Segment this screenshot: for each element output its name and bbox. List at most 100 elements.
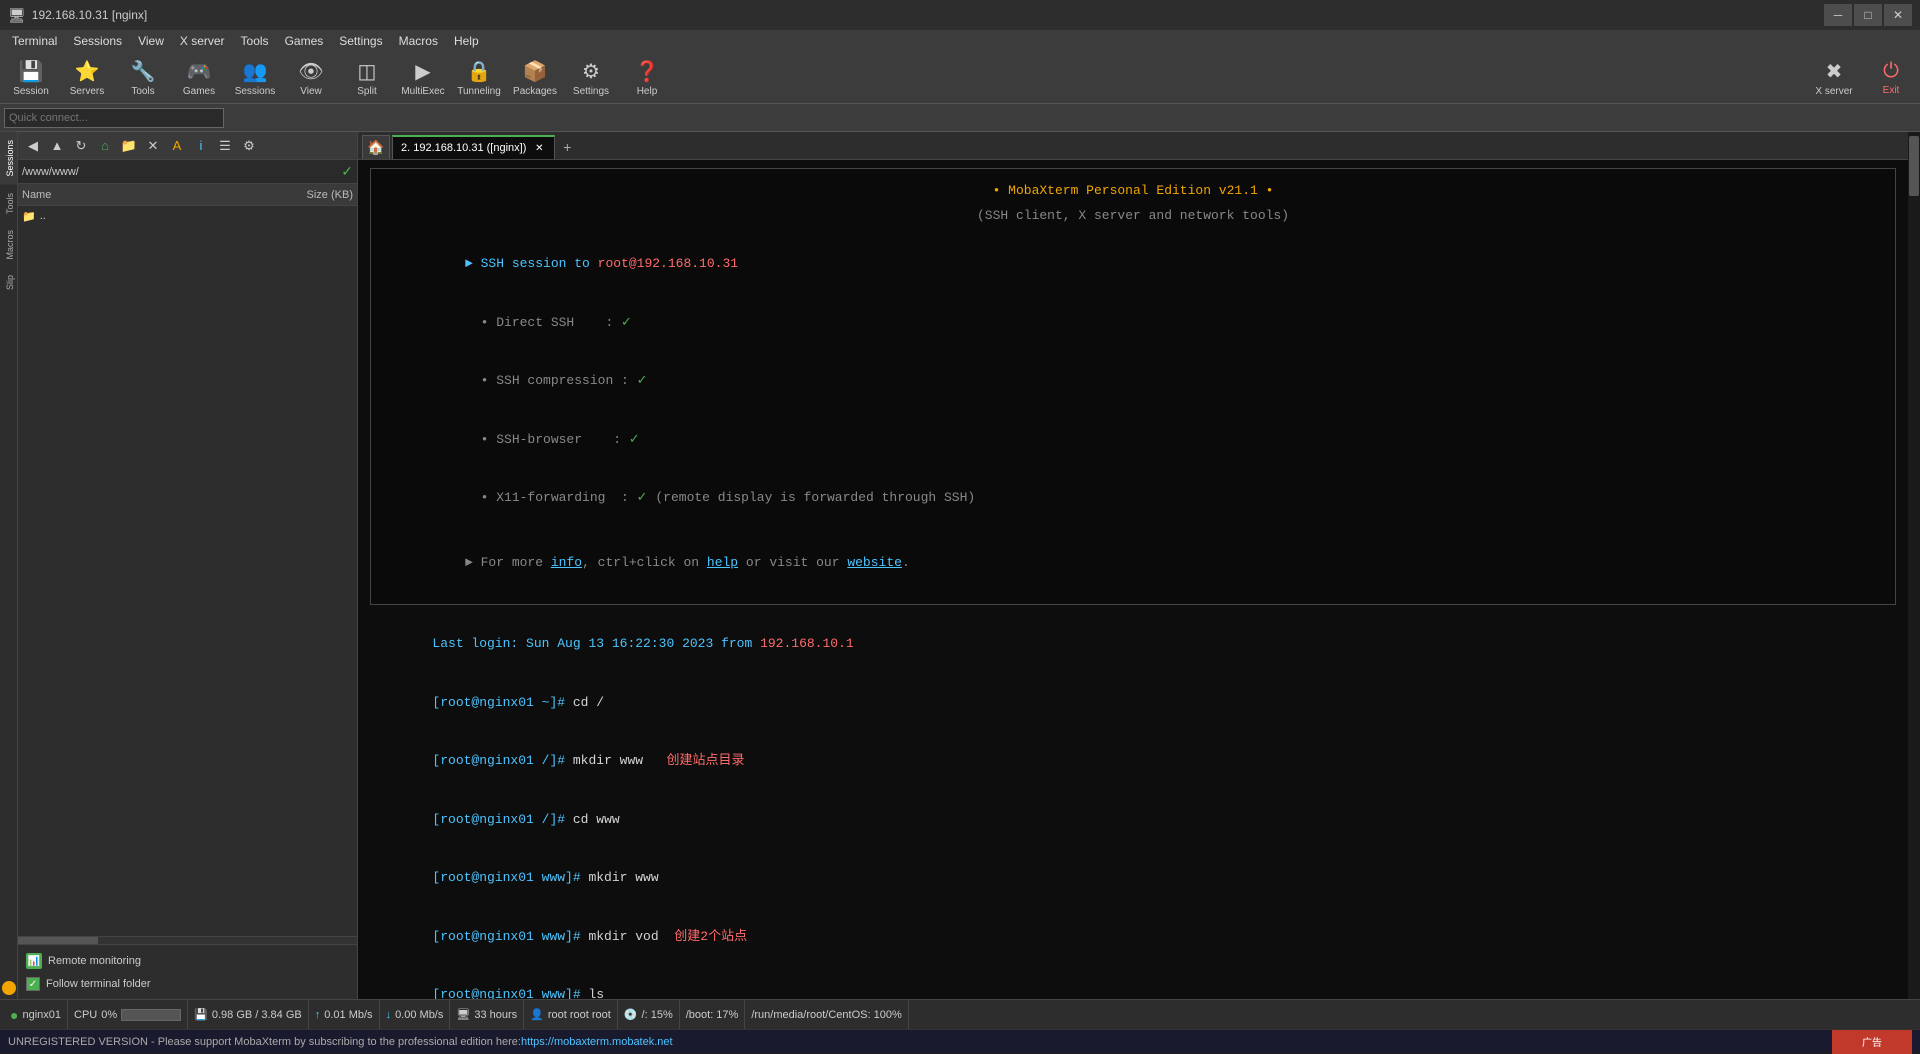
menu-xserver[interactable]: X server xyxy=(172,32,233,50)
file-rename-button[interactable]: A xyxy=(166,135,188,157)
session-label: Session xyxy=(13,86,49,97)
menu-terminal[interactable]: Terminal xyxy=(4,32,65,50)
download-status: ↓ 0.00 Mb/s xyxy=(380,1000,451,1029)
settings-icon: ⚙ xyxy=(582,59,600,84)
menu-tools[interactable]: Tools xyxy=(233,32,277,50)
settings-button[interactable]: ⚙ Settings xyxy=(564,54,618,102)
users-value: root root root xyxy=(548,1009,611,1021)
sessions-button[interactable]: 👥 Sessions xyxy=(228,54,282,102)
file-panel-toolbar: ◀ ▲ ↻ ⌂ 📁 ✕ A i ☰ ⚙ xyxy=(18,132,357,160)
new-tab-button[interactable]: + xyxy=(555,135,579,159)
quickconnect-bar xyxy=(0,104,1920,132)
split-button[interactable]: ◫ Split xyxy=(340,54,394,102)
user-icon: 👤 xyxy=(530,1008,544,1021)
menu-macros[interactable]: Macros xyxy=(391,32,446,50)
exit-button[interactable]: ⏻ Exit xyxy=(1866,54,1916,102)
path-input[interactable] xyxy=(22,166,337,178)
file-item-parent[interactable]: 📁 .. xyxy=(18,206,357,226)
tunneling-button[interactable]: 🔒 Tunneling xyxy=(452,54,506,102)
col-size-header: Size (KB) xyxy=(273,189,353,201)
menu-settings[interactable]: Settings xyxy=(331,32,390,50)
follow-terminal-checkbox[interactable]: ✓ xyxy=(26,977,40,991)
file-home-button[interactable]: ⌂ xyxy=(94,135,116,157)
right-scrollbar[interactable] xyxy=(1908,132,1920,999)
menu-help[interactable]: Help xyxy=(446,32,487,50)
more-info-line: ► For more info, ctrl+click on help or v… xyxy=(387,533,1879,592)
disk-root-icon: 💿 xyxy=(624,1008,638,1021)
servers-icon: ⭐ xyxy=(75,59,100,84)
tab-close-button[interactable]: ✕ xyxy=(532,141,546,155)
disk-usage: 0.98 GB / 3.84 GB xyxy=(212,1009,302,1021)
cpu-status: CPU 0% xyxy=(68,1000,188,1029)
app-icon: 🖥 xyxy=(8,7,26,24)
multiexec-label: MultiExec xyxy=(401,86,444,97)
ad-banner[interactable]: 广告 xyxy=(1832,1030,1912,1054)
quickconnect-input[interactable] xyxy=(4,108,224,128)
file-new-button[interactable]: 📁 xyxy=(118,135,140,157)
file-up-button[interactable]: ▲ xyxy=(46,135,68,157)
file-delete-button[interactable]: ✕ xyxy=(142,135,164,157)
file-back-button[interactable]: ◀ xyxy=(22,135,44,157)
packages-icon: 📦 xyxy=(523,59,548,84)
games-button[interactable]: 🎮 Games xyxy=(172,54,226,102)
download-speed: 0.00 Mb/s xyxy=(395,1009,443,1021)
cmd-ls: [root@nginx01 www]# ls xyxy=(370,966,1896,999)
help-link[interactable]: help xyxy=(707,555,738,570)
tunneling-label: Tunneling xyxy=(457,86,501,97)
follow-terminal-row[interactable]: ✓ Follow terminal folder xyxy=(22,973,353,995)
servers-button[interactable]: ⭐ Servers xyxy=(60,54,114,102)
unregistered-text: UNREGISTERED VERSION - Please support Mo… xyxy=(8,1036,521,1048)
direct-ssh-line: • Direct SSH : ✓ xyxy=(387,293,1879,352)
minimize-button[interactable]: ─ xyxy=(1824,4,1852,26)
packages-button[interactable]: 📦 Packages xyxy=(508,54,562,102)
file-header: Name Size (KB) xyxy=(18,184,357,206)
follow-terminal-label: Follow terminal folder xyxy=(46,978,151,990)
active-tab[interactable]: 2. 192.168.10.31 ([nginx]) ✕ xyxy=(392,135,555,159)
welcome-subtitle: (SSH client, X server and network tools) xyxy=(387,206,1879,227)
file-refresh-button[interactable]: ↻ xyxy=(70,135,92,157)
session-button[interactable]: 💾 Session xyxy=(4,54,58,102)
file-view-button[interactable]: ☰ xyxy=(214,135,236,157)
slip-tab[interactable]: Slip xyxy=(0,267,17,298)
multiexec-icon: ▶ xyxy=(415,59,430,84)
menu-games[interactable]: Games xyxy=(277,32,332,50)
sessions-tab[interactable]: Sessions xyxy=(0,132,17,185)
scrollbar-thumb-right[interactable] xyxy=(1909,136,1919,196)
website-link[interactable]: website xyxy=(847,555,902,570)
tab-home-button[interactable]: 🏠 xyxy=(362,135,390,159)
tools-tab[interactable]: Tools xyxy=(0,185,17,222)
cmd-mkdir-www: [root@nginx01 /]# mkdir www 创建站点目录 xyxy=(370,732,1896,791)
xserver-button[interactable]: ✖ X server xyxy=(1804,54,1864,102)
view-button[interactable]: 👁 View xyxy=(284,54,338,102)
status-bar: ● nginx01 CPU 0% 💾 0.98 GB / 3.84 GB ↑ 0… xyxy=(0,999,1920,1029)
ssh-compression-line: • SSH compression : ✓ xyxy=(387,352,1879,411)
menu-sessions[interactable]: Sessions xyxy=(65,32,130,50)
tunneling-icon: 🔒 xyxy=(467,59,492,84)
file-info-button[interactable]: i xyxy=(190,135,212,157)
cmd-mkdir-www2: [root@nginx01 www]# mkdir www xyxy=(370,849,1896,908)
macros-tab[interactable]: Macros xyxy=(0,222,17,268)
tab-bar: 🏠 2. 192.168.10.31 ([nginx]) ✕ + xyxy=(358,132,1908,160)
maximize-button[interactable]: □ xyxy=(1854,4,1882,26)
welcome-title: • MobaXterm Personal Edition v21.1 • xyxy=(387,181,1879,202)
horizontal-scrollbar[interactable] xyxy=(18,936,357,944)
tools-button[interactable]: 🔧 Tools xyxy=(116,54,170,102)
info-link[interactable]: info xyxy=(551,555,582,570)
session-status: ● nginx01 xyxy=(4,1000,68,1029)
servers-label: Servers xyxy=(70,86,104,97)
help-button[interactable]: ❓ Help xyxy=(620,54,674,102)
ssh-browser-line: • SSH-browser : ✓ xyxy=(387,410,1879,469)
upload-icon: ↑ xyxy=(315,1009,321,1021)
disk-usage-status: 💾 0.98 GB / 3.84 GB xyxy=(188,1000,309,1029)
view-icon: 👁 xyxy=(298,59,323,84)
terminal-output[interactable]: • MobaXterm Personal Edition v21.1 • (SS… xyxy=(358,160,1908,999)
cpu-label: CPU xyxy=(74,1009,97,1021)
sessions-label: Sessions xyxy=(235,86,276,97)
file-settings-button[interactable]: ⚙ xyxy=(238,135,260,157)
close-button[interactable]: ✕ xyxy=(1884,4,1912,26)
menu-view[interactable]: View xyxy=(130,32,172,50)
mobaxterm-link[interactable]: https://mobaxterm.mobatek.net xyxy=(521,1036,673,1048)
users-status: 👤 root root root xyxy=(524,1000,618,1029)
multiexec-button[interactable]: ▶ MultiExec xyxy=(396,54,450,102)
path-bar: ✓ xyxy=(18,160,357,184)
